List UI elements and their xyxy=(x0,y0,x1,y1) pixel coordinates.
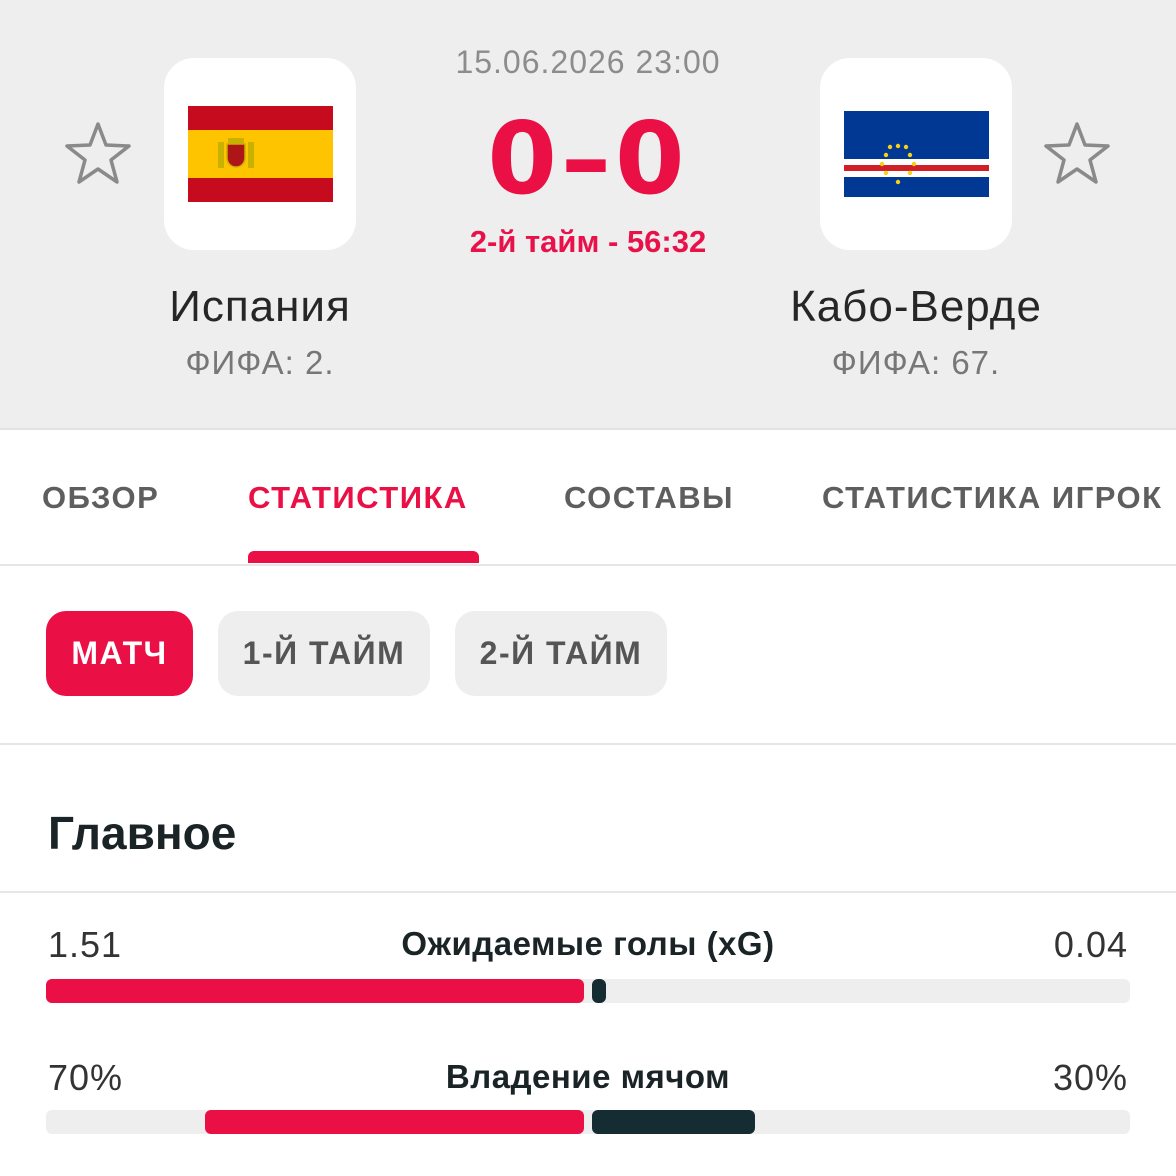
favorite-away-star-icon[interactable] xyxy=(1042,118,1112,188)
match-period-clock: 2-й тайм - 56:32 xyxy=(469,224,707,259)
match-header: Испания ФИФА: 2. 15.06.2026 23:00 0–0 2-… xyxy=(0,0,1176,430)
active-tab-indicator xyxy=(248,551,479,563)
home-team-name[interactable]: Испания xyxy=(60,282,460,332)
stat-xg-home-value: 1.51 xyxy=(48,924,123,965)
stat-possession-home-value: 70% xyxy=(48,1057,124,1098)
tab-player-statistics[interactable]: СТАТИСТИКА ИГРОК xyxy=(822,480,1163,516)
stat-xg-home-bar xyxy=(46,979,584,1003)
tab-overview[interactable]: ОБЗОР xyxy=(42,480,159,516)
home-team-fifa-rank: ФИФА: 2. xyxy=(185,344,335,381)
tab-statistics[interactable]: СТАТИСТИКА xyxy=(248,480,468,516)
away-team-logo[interactable] xyxy=(820,58,1012,250)
filter-match-chip[interactable]: МАТЧ xyxy=(46,611,193,696)
stat-possession-away-value: 30% xyxy=(1052,1057,1128,1098)
stat-possession-bar-track xyxy=(46,1110,1130,1134)
stat-xg-away-bar xyxy=(592,979,607,1003)
stat-xg-label: Ожидаемые голы (xG) xyxy=(401,925,775,962)
match-datetime: 15.06.2026 23:00 xyxy=(455,44,721,80)
section-title: Главное xyxy=(48,807,237,859)
match-score: 0–0 xyxy=(487,100,689,217)
favorite-home-star-icon[interactable] xyxy=(63,118,133,188)
stat-xg-bar-track xyxy=(46,979,1130,1003)
divider xyxy=(0,743,1176,745)
spain-flag-icon xyxy=(187,106,333,202)
filter-second-half-chip[interactable]: 2-Й ТАЙМ xyxy=(455,611,667,696)
stat-xg-away-value: 0.04 xyxy=(1053,924,1128,965)
tab-lineups[interactable]: СОСТАВЫ xyxy=(564,480,734,516)
filter-first-half-chip[interactable]: 1-Й ТАЙМ xyxy=(218,611,430,696)
stat-possession-label: Владение мячом xyxy=(445,1058,731,1095)
away-team-name[interactable]: Кабо-Верде xyxy=(716,282,1116,332)
cape-verde-flag-icon xyxy=(843,111,989,197)
divider xyxy=(0,891,1176,893)
away-team-fifa-rank: ФИФА: 67. xyxy=(831,344,1001,381)
home-team-logo[interactable] xyxy=(164,58,356,250)
stat-possession-away-bar xyxy=(592,1110,755,1134)
stat-possession-home-bar xyxy=(204,1110,584,1134)
